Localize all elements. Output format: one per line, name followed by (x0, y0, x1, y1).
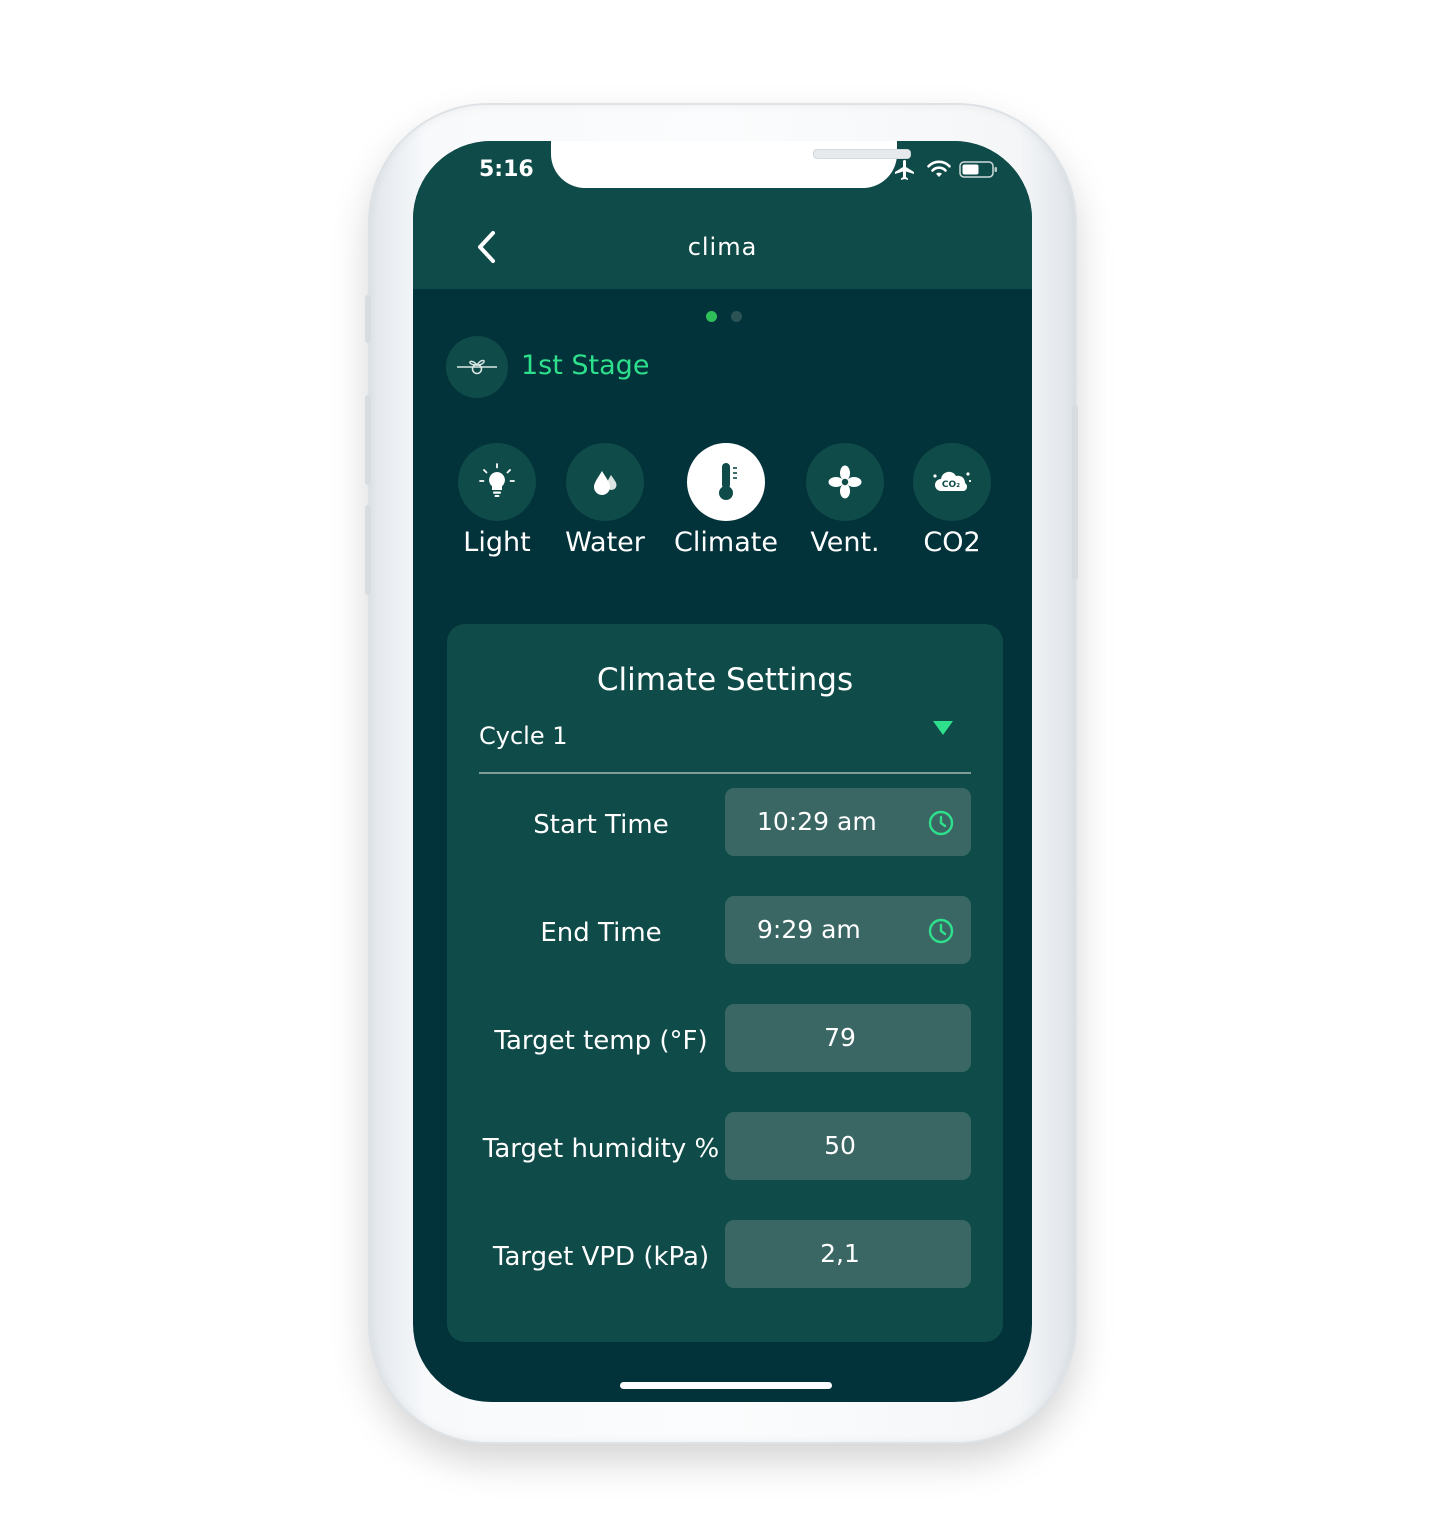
settings-title: Climate Settings (596, 662, 854, 698)
side-button (365, 295, 371, 343)
target-temp-field[interactable]: 79 (725, 1004, 971, 1072)
thermometer-icon (719, 463, 737, 500)
co2-cloud-icon: CO₂ (933, 471, 972, 491)
clock-icon (928, 810, 954, 836)
page-title: clima (687, 233, 758, 261)
category-light[interactable]: Light (442, 443, 552, 558)
end-time-label: End Time (540, 918, 662, 948)
stage-icon (446, 336, 508, 398)
target-temp-label: Target temp (°F) (494, 1026, 708, 1056)
page-dot[interactable] (731, 311, 742, 322)
stage-label: 1st Stage (521, 350, 650, 381)
category-climate-label: Climate (674, 527, 778, 558)
page-dot-active[interactable] (706, 311, 717, 322)
target-vpd-value: 2,1 (820, 1239, 860, 1268)
target-temp-value: 79 (824, 1023, 856, 1052)
svg-text:CO₂: CO₂ (942, 480, 960, 490)
category-water-circle (566, 443, 644, 521)
side-button (365, 505, 371, 595)
wifi-icon (927, 160, 951, 177)
category-light-circle (458, 443, 536, 521)
target-humidity-value: 50 (824, 1131, 856, 1160)
target-humidity-label: Target humidity % (482, 1134, 720, 1164)
battery-icon (959, 161, 997, 178)
cycle-dropdown[interactable]: Cycle 1 (479, 714, 971, 774)
header: 5:16 clima (413, 141, 1032, 289)
start-time-field[interactable]: 10:29 am (725, 788, 971, 856)
category-climate[interactable]: Climate (671, 443, 781, 558)
category-water-label: Water (565, 527, 645, 558)
notch (551, 141, 911, 188)
home-indicator[interactable] (620, 1382, 832, 1389)
start-time-value: 10:29 am (757, 807, 877, 836)
airplane-icon (895, 160, 914, 180)
end-time-value: 9:29 am (757, 915, 861, 944)
sprout-icon (457, 359, 497, 375)
side-button (365, 395, 371, 485)
side-button (1072, 405, 1078, 580)
triangle-down-icon (933, 721, 953, 735)
category-co2-circle: CO₂ (913, 443, 991, 521)
target-humidity-field[interactable]: 50 (725, 1112, 971, 1180)
category-co2[interactable]: CO₂ CO2 (897, 443, 1007, 558)
category-climate-circle (687, 443, 765, 521)
fan-icon (828, 465, 862, 499)
start-time-label: Start Time (533, 810, 669, 840)
category-vent-label: Vent. (810, 527, 880, 558)
clock-icon (928, 918, 954, 944)
category-water[interactable]: Water (550, 443, 660, 558)
target-vpd-field[interactable]: 2,1 (725, 1220, 971, 1288)
lightbulb-icon (479, 463, 515, 497)
end-time-field[interactable]: 9:29 am (725, 896, 971, 964)
status-time: 5:16 (479, 157, 534, 182)
category-co2-label: CO2 (923, 527, 981, 558)
app-screen: 5:16 clima 1st Stage Light Water Climate… (413, 141, 1032, 1402)
category-light-label: Light (463, 527, 531, 558)
settings-card: Climate Settings Cycle 1 Start Time 10:2… (447, 624, 1003, 1342)
target-vpd-label: Target VPD (kPa) (492, 1242, 710, 1272)
water-drop-icon (594, 471, 617, 495)
cycle-value: Cycle 1 (479, 722, 568, 750)
category-vent[interactable]: Vent. (790, 443, 900, 558)
category-vent-circle (806, 443, 884, 521)
